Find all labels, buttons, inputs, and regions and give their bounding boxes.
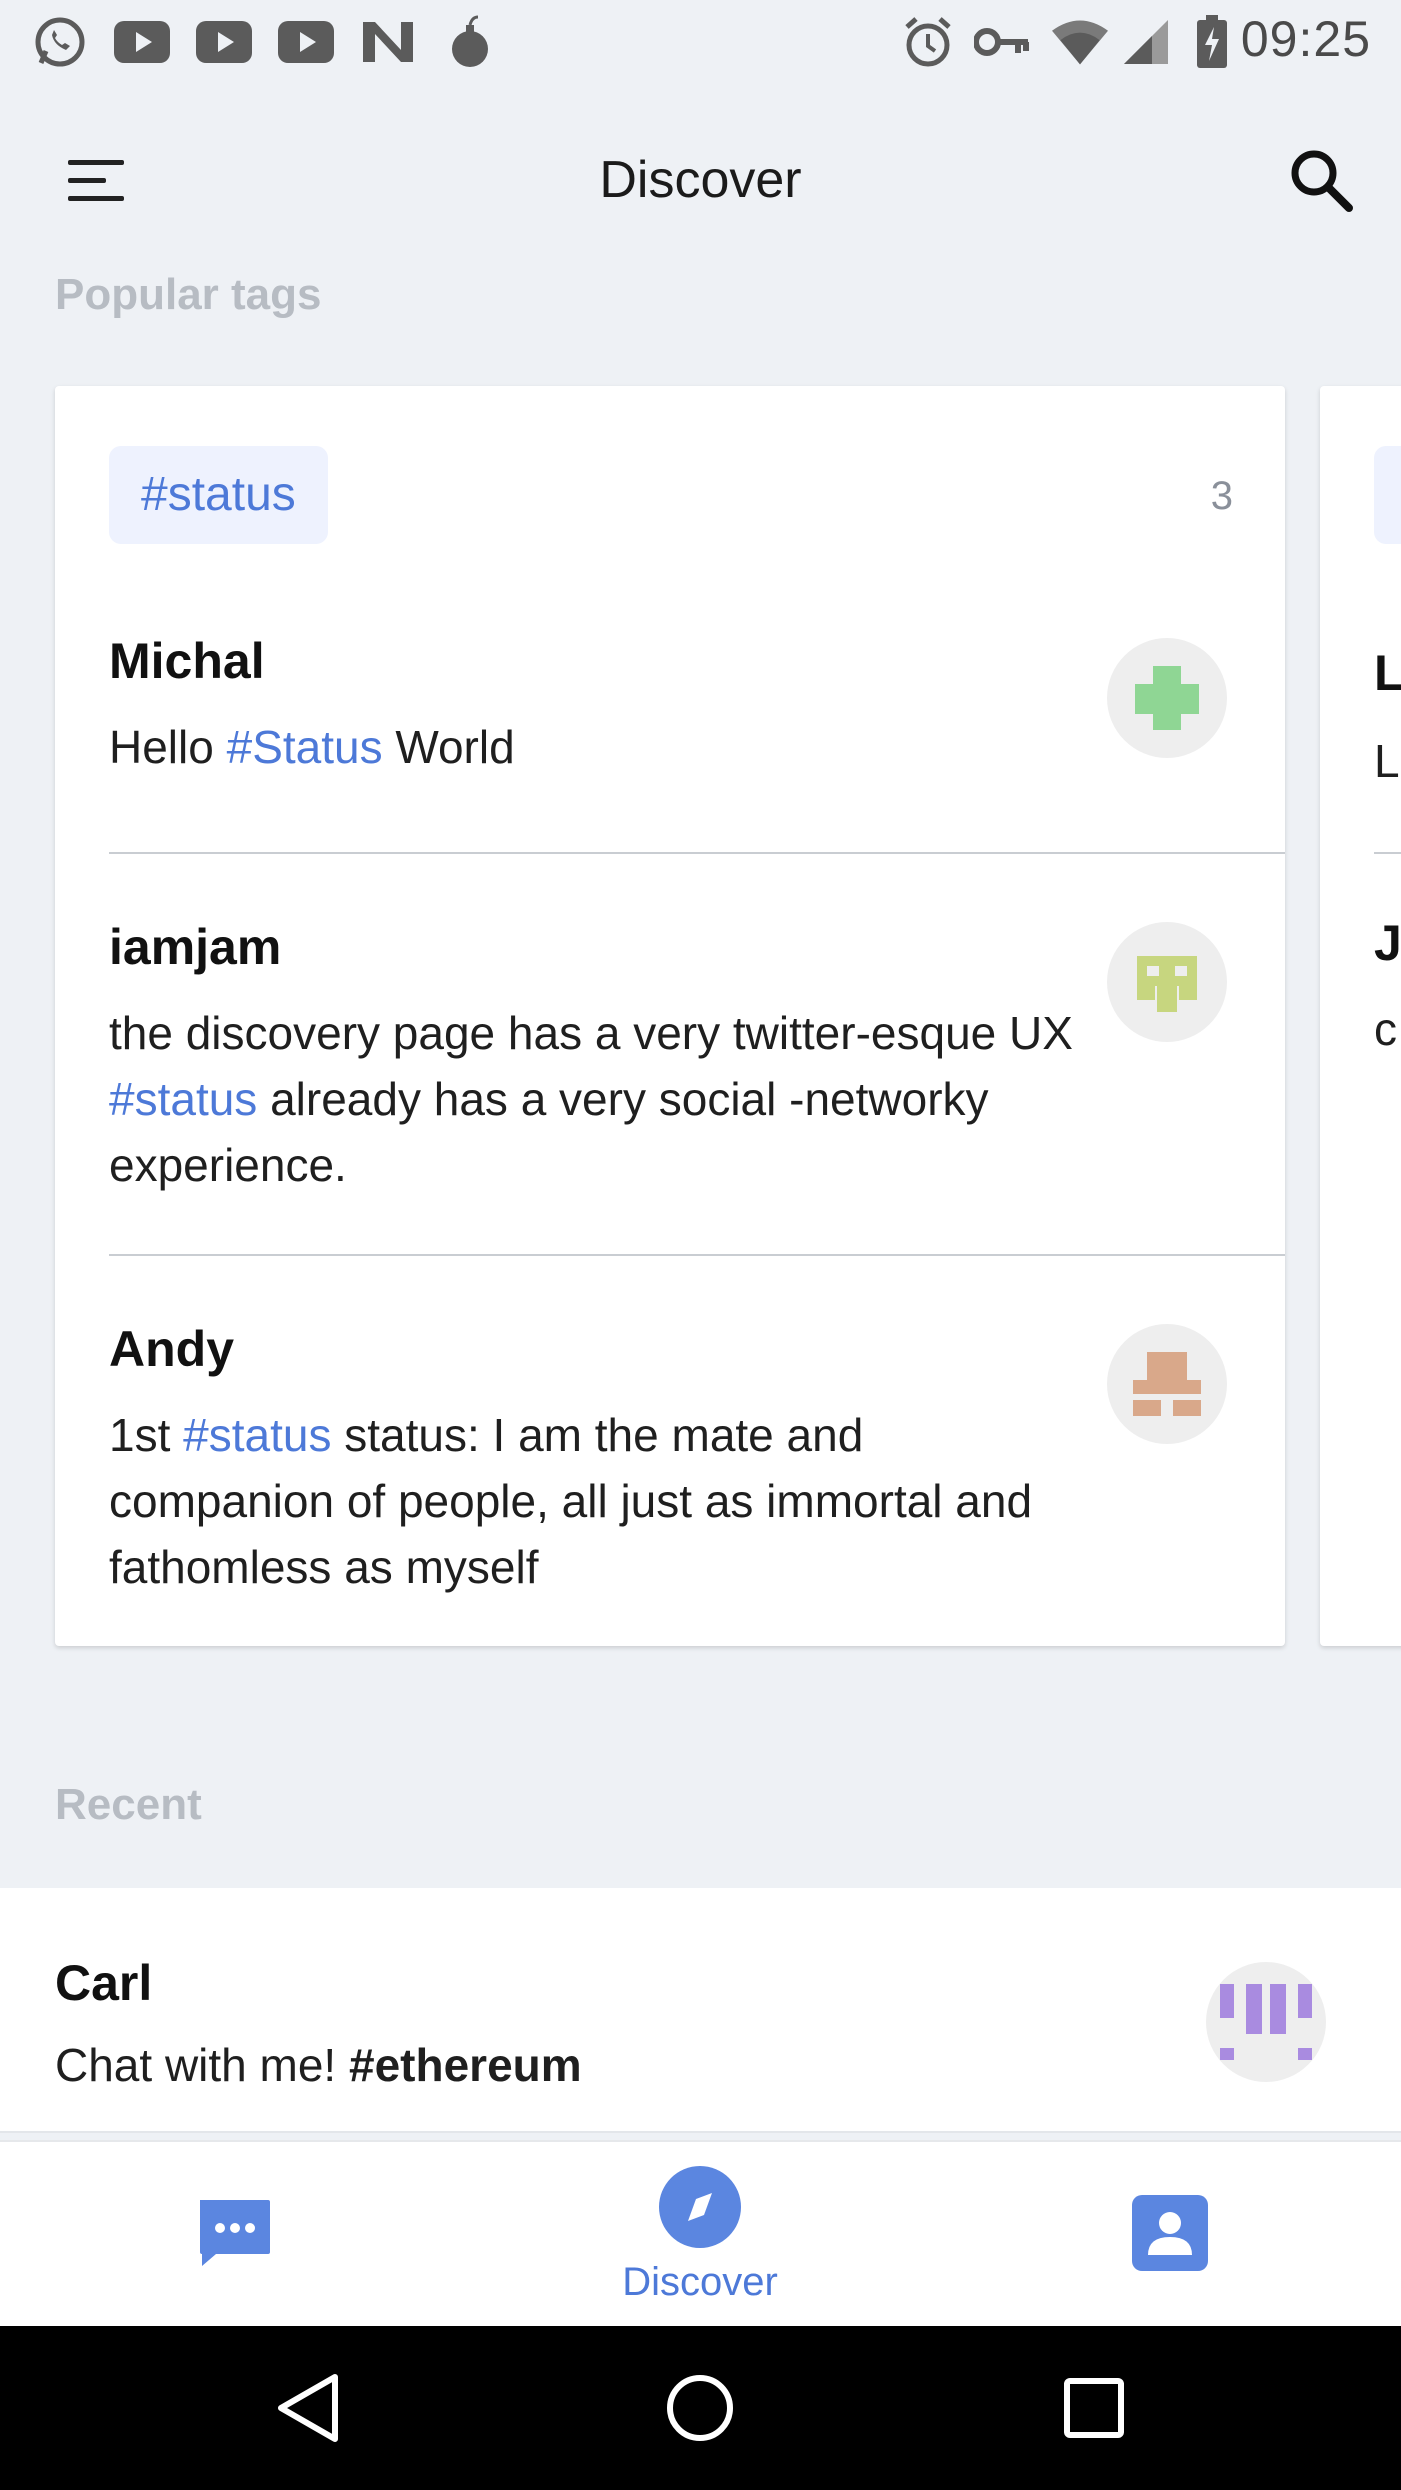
signal-icon <box>1118 16 1174 68</box>
post-text-part: the discovery page has a very twitter-es… <box>109 1007 1073 1059</box>
page-title: Discover <box>599 151 802 209</box>
hashtag-link[interactable]: #status <box>109 1073 257 1125</box>
discover-screen: 09:25 Discover Popular tags #status 3 Mi… <box>0 0 1401 2490</box>
popular-tags-label: Popular tags <box>55 270 322 319</box>
post-author: J <box>1374 915 1401 971</box>
divider <box>1374 852 1401 854</box>
post-text: Chat with me! #ethereum <box>55 2038 582 2092</box>
youtube-icon <box>114 16 170 68</box>
key-icon <box>974 16 1030 68</box>
post-text-part: World <box>382 721 515 773</box>
home-icon[interactable] <box>660 2368 740 2448</box>
toolbar: Discover <box>0 120 1401 240</box>
nav-chats[interactable] <box>184 2142 284 2328</box>
n-app-icon <box>360 16 416 68</box>
post-text: c <box>1374 1003 1397 1055</box>
post-text: the discovery page has a very twitter-es… <box>109 1000 1089 1198</box>
status-time: 09:25 <box>1240 11 1371 67</box>
post-text-part: Chat with me! <box>55 2039 349 2091</box>
post-author: L <box>1374 645 1401 701</box>
hashtag-link[interactable]: #Status <box>227 721 383 773</box>
list-item[interactable]: Carl Chat with me! #ethereum <box>0 1888 1401 2133</box>
bottom-nav: Discover <box>0 2140 1401 2326</box>
whatsapp-icon <box>32 16 88 68</box>
avatar <box>1107 638 1227 758</box>
nav-discover[interactable]: Discover <box>600 2142 800 2328</box>
hashtag-link[interactable]: #ethereum <box>349 2039 582 2091</box>
youtube-icon <box>278 16 334 68</box>
post-text-part: Hello <box>109 721 227 773</box>
tag-card[interactable]: #status 3 Michal Hello #Status World iam… <box>55 386 1285 1646</box>
list-item[interactable]: Michal Hello #Status World <box>109 544 1285 854</box>
search-icon[interactable] <box>1281 140 1361 220</box>
bomb-icon <box>442 15 498 68</box>
list-item[interactable]: iamjam the discovery page has a very twi… <box>109 854 1285 1256</box>
back-icon[interactable] <box>268 2368 348 2448</box>
tag-chip[interactable] <box>1374 446 1401 544</box>
avatar <box>1107 922 1227 1042</box>
chat-bubble-icon <box>196 2198 272 2273</box>
avatar <box>1107 1324 1227 1444</box>
recents-icon[interactable] <box>1054 2368 1134 2448</box>
post-text-part: 1st <box>109 1409 184 1461</box>
list-item[interactable]: Andy 1st #status status: I am the mate a… <box>109 1256 1285 1646</box>
post-text: L <box>1374 735 1400 787</box>
tag-card-next[interactable]: L L J c <box>1320 386 1401 1646</box>
battery-charging-icon <box>1184 15 1240 68</box>
alarm-icon <box>900 16 956 68</box>
wifi-icon <box>1052 16 1108 68</box>
avatar <box>1206 1962 1326 2082</box>
youtube-icon <box>196 16 252 68</box>
nav-profile[interactable] <box>1120 2142 1220 2328</box>
tag-post-count: 3 <box>1210 474 1233 518</box>
post-author: Andy <box>109 1321 234 1377</box>
profile-icon <box>1132 2194 1208 2276</box>
hashtag-link[interactable]: #status <box>183 1409 331 1461</box>
tag-chip[interactable]: #status <box>109 446 328 544</box>
post-text: Hello #Status World <box>109 714 1089 780</box>
status-bar: 09:25 <box>0 0 1401 84</box>
post-author: Carl <box>55 1955 153 2011</box>
recent-label: Recent <box>55 1780 202 1829</box>
system-nav-bar <box>0 2326 1401 2490</box>
post-author: Michal <box>109 633 265 689</box>
post-text: 1st #status status: I am the mate and co… <box>109 1402 1089 1600</box>
nav-discover-label: Discover <box>622 2260 778 2304</box>
post-author: iamjam <box>109 919 282 975</box>
compass-icon <box>658 2165 742 2254</box>
